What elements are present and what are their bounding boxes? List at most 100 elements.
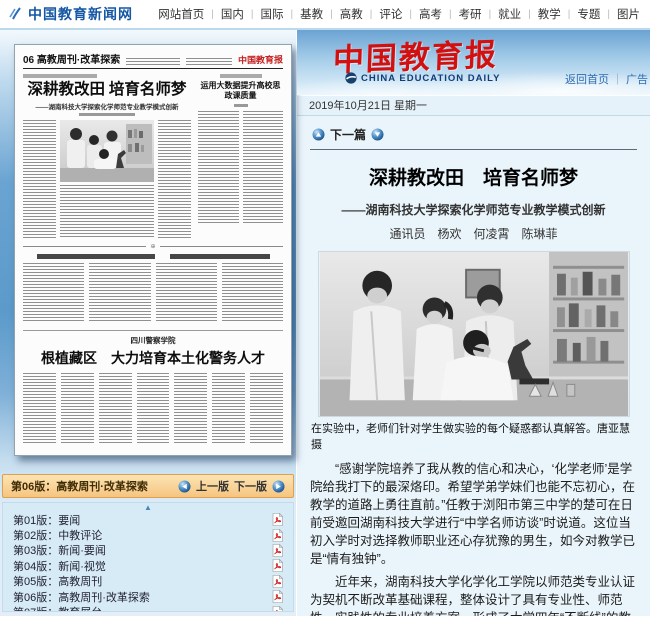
newspaper-text-column — [212, 373, 245, 445]
current-edition-label: 第06版：高教周刊·改革探索 — [11, 478, 148, 494]
newspaper-side-article: 运用大数据提升高校思政课质量 — [198, 73, 283, 238]
site-topnav: 中国教育新闻网 网站首页 | 国内 | 国际 | 基教 | 高教 | 评论 | 高考 | 考研… — [0, 0, 650, 30]
nav-item-special[interactable]: 专题 — [577, 6, 600, 22]
newspaper-text-column — [250, 373, 283, 445]
pdf-icon[interactable] — [272, 575, 283, 588]
newspaper-text-column — [156, 263, 217, 323]
nav-item-gaokao[interactable]: 高考 — [419, 6, 442, 22]
newspaper-text-column — [243, 111, 284, 223]
pdf-icon[interactable] — [272, 513, 283, 526]
nav-separator: | — [251, 9, 254, 20]
next-edition-button[interactable]: 下一版 — [234, 478, 267, 494]
edition-list-item[interactable]: 第06版：高教周刊·改革探索 — [3, 589, 293, 604]
newspaper-bottom-kicker: 四川警察学院 — [23, 335, 283, 346]
newspaper-side-headline: 运用大数据提升高校思政课质量 — [198, 81, 283, 102]
pdf-icon[interactable] — [272, 606, 283, 612]
pdf-icon[interactable] — [272, 544, 283, 557]
nav-item-jobs[interactable]: 就业 — [498, 6, 521, 22]
article-paragraph: 近年来，湖南科技大学化学化工学院以师范类专业认证为契机不断改革基础课程，整体设计… — [310, 573, 637, 616]
newspaper-edition-header: 06 高教周刊·改革探索 中国教育报 — [23, 51, 283, 69]
article-panel: 中国教育报 CHINA EDUCATION DAILY 返回首页｜广告 2019… — [296, 30, 650, 616]
newspaper-edition-label: 06 高教周刊·改革探索 — [23, 51, 120, 66]
nav-separator: | — [489, 9, 492, 20]
divider-line — [310, 149, 637, 150]
edition-list-item[interactable]: 第01版：要闻 — [3, 512, 293, 527]
edition-list-item[interactable]: 第03版：新闻·要闻 — [3, 543, 293, 558]
edition-item-label: 第01版：要闻 — [13, 512, 80, 528]
edition-item-label: 第06版：高教周刊·改革探索 — [13, 589, 150, 605]
edition-item-label: 第02版：中教评论 — [13, 527, 102, 543]
next-article-button[interactable]: 下一篇 — [330, 126, 366, 143]
newspaper-section-ornament: ⊕ — [150, 243, 155, 250]
pdf-icon[interactable] — [272, 590, 283, 603]
newspaper-text-column — [89, 263, 150, 323]
newspaper-header-textlines — [126, 58, 180, 65]
nav-separator: | — [568, 9, 571, 20]
nav-item-basic-edu[interactable]: 基教 — [300, 6, 323, 22]
edition-item-label: 第03版：新闻·要闻 — [13, 542, 106, 558]
newspaper-text-column — [158, 120, 191, 238]
edition-item-label: 第07版：教育展台 — [13, 604, 102, 612]
newspaper-text-column — [198, 111, 239, 223]
edition-list-item[interactable]: 第07版：教育展台 — [3, 604, 293, 612]
paper-masthead: 中国教育报 CHINA EDUCATION DAILY 返回首页｜广告 — [297, 30, 650, 95]
nav-item-home[interactable]: 网站首页 — [158, 6, 204, 22]
next-edition-icon[interactable] — [272, 480, 285, 493]
photo-caption: 在实验中，老师们针对学生做实验的每个疑惑都认真解答。唐亚慧 摄 — [311, 420, 636, 452]
prev-edition-icon[interactable] — [178, 480, 191, 493]
back-home-link[interactable]: 返回首页 — [565, 74, 609, 86]
newspaper-text-column — [23, 373, 56, 445]
nav-separator: | — [370, 9, 373, 20]
article-photo — [318, 251, 630, 417]
nav-separator: | — [409, 9, 412, 20]
article-subtitle: ——湖南科技大学探索化学师范专业教学模式创新 — [310, 201, 637, 218]
newspaper-text-column — [23, 263, 84, 323]
newspaper-text-column — [99, 373, 132, 445]
pdf-icon[interactable] — [272, 559, 283, 572]
newspaper-panel: 06 高教周刊·改革探索 中国教育报 深耕教改田 培育名师梦 ——湖南科技大学探… — [0, 30, 296, 616]
edition-bar: 第06版：高教周刊·改革探索 上一版 下一版 — [2, 474, 294, 498]
edition-item-label: 第04版：新闻·视觉 — [13, 558, 106, 574]
newspaper-kicker-placeholder — [23, 74, 97, 78]
prev-edition-button[interactable]: 上一版 — [196, 478, 229, 494]
link-separator: ｜ — [612, 74, 623, 86]
edition-list-item[interactable]: 第02版：中教评论 — [3, 527, 293, 542]
newspaper-lead-headline: 深耕教改田 培育名师梦 — [23, 81, 191, 99]
article-nav-top: 下一篇 — [310, 122, 637, 149]
article-paragraph: “感谢学院培养了我从教的信心和决心，‘化学老师’是学院给我打下的最深烙印。希望学… — [310, 460, 637, 568]
nav-item-comment[interactable]: 评论 — [379, 6, 402, 22]
ad-link[interactable]: 广告 — [626, 74, 648, 86]
nav-item-kaoyan[interactable]: 考研 — [459, 6, 482, 22]
newspaper-lead-article: 深耕教改田 培育名师梦 ——湖南科技大学探索化学师范专业教学模式创新 — [23, 73, 191, 238]
newspaper-kicker-placeholder — [220, 74, 262, 78]
next-article-icon[interactable] — [371, 128, 384, 141]
nav-item-international[interactable]: 国际 — [261, 6, 284, 22]
nav-item-pictures[interactable]: 图片 — [617, 6, 640, 22]
site-logo[interactable]: 中国教育新闻网 — [8, 4, 133, 24]
edition-list-item[interactable]: 第05版：高教周刊 — [3, 574, 293, 589]
newspaper-byline-placeholder — [234, 104, 248, 107]
newspaper-subheadline-placeholder — [37, 254, 155, 259]
nav-item-higher-edu[interactable]: 高教 — [340, 6, 363, 22]
pdf-icon[interactable] — [272, 529, 283, 542]
nav-item-domestic[interactable]: 国内 — [221, 6, 244, 22]
article-title: 深耕教改田 培育名师梦 — [310, 163, 637, 190]
newspaper-header-textlines — [186, 58, 232, 65]
nav-separator: | — [211, 9, 214, 20]
newspaper-masthead-logo: 中国教育报 — [238, 53, 283, 67]
newspaper-page-thumbnail[interactable]: 06 高教周刊·改革探索 中国教育报 深耕教改田 培育名师梦 ——湖南科技大学探… — [14, 44, 292, 456]
prev-article-icon[interactable] — [312, 128, 325, 141]
newspaper-subheadline-placeholder — [170, 254, 270, 259]
nav-separator: | — [449, 9, 452, 20]
edition-list-item[interactable]: 第04版：新闻·视觉 — [3, 558, 293, 573]
article-byline: 通讯员 杨欢 何凌霄 陈琳菲 — [310, 225, 637, 242]
newspaper-bottom-article: 四川警察学院 根植藏区 大力培育本土化警务人才 — [23, 330, 283, 445]
site-nav-items: 网站首页| 国内| 国际| 基教| 高教| 评论| 高考| 考研| 就业| 教学… — [158, 6, 640, 22]
nav-item-teaching[interactable]: 教学 — [538, 6, 561, 22]
newspaper-text-column — [174, 373, 207, 445]
newspaper-lead-subtitle: ——湖南科技大学探索化学师范专业教学模式创新 — [23, 101, 191, 111]
newspaper-text-column — [137, 373, 170, 445]
newspaper-lab-photo — [60, 120, 154, 182]
newspaper-mid-section: ⊕ — [23, 243, 283, 323]
nav-separator: | — [330, 9, 333, 20]
